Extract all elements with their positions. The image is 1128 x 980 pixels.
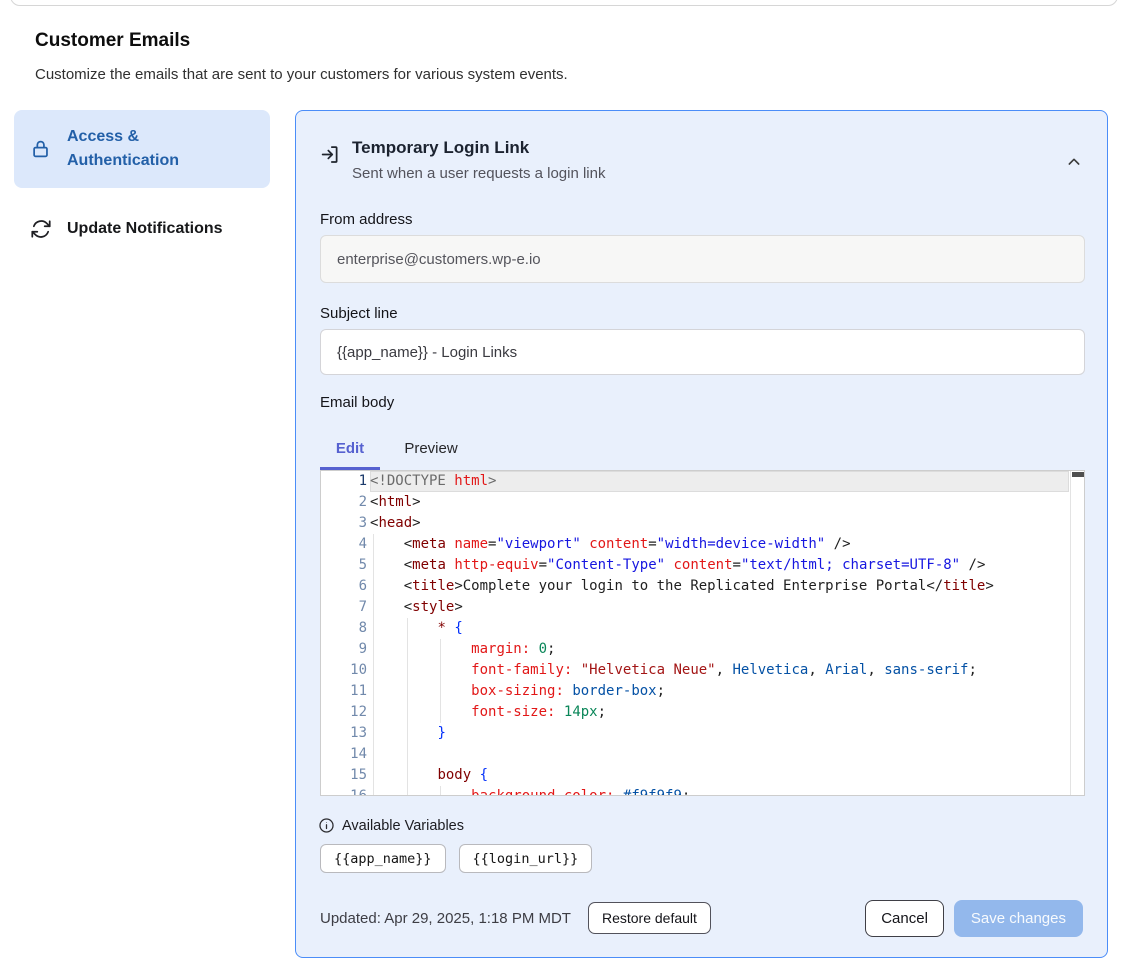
code-text: } (370, 723, 446, 744)
line-number: 7 (321, 597, 367, 618)
editor-scrollbar[interactable] (1070, 471, 1084, 795)
editor-scrollbar-thumb[interactable] (1072, 472, 1084, 477)
code-text: body { (370, 765, 488, 786)
line-number: 13 (321, 723, 367, 744)
sidebar-item-update-notifications[interactable]: Update Notifications (14, 205, 270, 253)
code-line[interactable]: 4 <meta name="viewport" content="width=d… (321, 534, 1084, 555)
sidebar-item-label: Update Notifications (67, 217, 223, 241)
line-number: 4 (321, 534, 367, 555)
page-title: Customer Emails (35, 30, 190, 52)
email-types-sidebar: Access & Authentication Update Notificat… (14, 110, 270, 253)
line-number: 15 (321, 765, 367, 786)
footer-action-buttons: Cancel Save changes (865, 900, 1083, 937)
code-line[interactable]: 2<html> (321, 492, 1084, 513)
code-line[interactable]: 10 font-family: "Helvetica Neue", Helvet… (321, 660, 1084, 681)
code-text: box-sizing: border-box; (370, 681, 665, 702)
info-icon (318, 817, 335, 834)
code-line[interactable]: 16 background-color: #f9f9f9; (321, 786, 1084, 796)
line-number: 1 (321, 471, 367, 492)
line-number: 10 (321, 660, 367, 681)
lock-icon (30, 138, 52, 160)
variable-chip-app-name[interactable]: {{app_name}} (320, 844, 446, 873)
code-line[interactable]: 8 * { (321, 618, 1084, 639)
save-changes-button[interactable]: Save changes (954, 900, 1083, 937)
email-body-label: Email body (320, 394, 394, 411)
previous-card-bottom-edge (10, 0, 1118, 6)
line-number: 16 (321, 786, 367, 796)
line-number: 11 (321, 681, 367, 702)
line-number: 3 (321, 513, 367, 534)
available-variables-label: Available Variables (342, 818, 464, 834)
code-line[interactable]: 14 (321, 744, 1084, 765)
line-number: 9 (321, 639, 367, 660)
code-line[interactable]: 3<head> (321, 513, 1084, 534)
email-body-code-editor[interactable]: 1<!DOCTYPE html>2<html>3<head>4 <meta na… (320, 470, 1085, 796)
code-text: <title>Complete your login to the Replic… (370, 576, 994, 597)
line-number: 8 (321, 618, 367, 639)
code-text: <head> (370, 513, 421, 534)
code-text: margin: 0; (370, 639, 555, 660)
code-text: * { (370, 618, 463, 639)
tab-preview[interactable]: Preview (396, 436, 466, 460)
code-text: <meta http-equiv="Content-Type" content=… (370, 555, 985, 576)
line-number: 14 (321, 744, 367, 765)
panel-footer: Updated: Apr 29, 2025, 1:18 PM MDT Resto… (320, 898, 1083, 938)
available-variables-row: Available Variables (318, 817, 464, 834)
refresh-icon (30, 218, 52, 240)
code-lines: 1<!DOCTYPE html>2<html>3<head>4 <meta na… (321, 471, 1084, 796)
line-number: 12 (321, 702, 367, 723)
from-address-label: From address (320, 211, 413, 228)
code-line[interactable]: 7 <style> (321, 597, 1084, 618)
login-icon (320, 144, 341, 170)
code-line[interactable]: 1<!DOCTYPE html> (321, 471, 1084, 492)
variable-chip-login-url[interactable]: {{login_url}} (459, 844, 593, 873)
page-subtitle: Customize the emails that are sent to yo… (35, 66, 568, 83)
code-text: <html> (370, 492, 421, 513)
code-line[interactable]: 11 box-sizing: border-box; (321, 681, 1084, 702)
code-text: font-family: "Helvetica Neue", Helvetica… (370, 660, 977, 681)
code-line[interactable]: 9 margin: 0; (321, 639, 1084, 660)
panel-subtitle: Sent when a user requests a login link (352, 165, 605, 182)
sidebar-item-access-authentication[interactable]: Access & Authentication (14, 110, 270, 188)
cancel-button[interactable]: Cancel (865, 900, 944, 937)
code-text: <!DOCTYPE html> (370, 471, 496, 492)
subject-line-label: Subject line (320, 305, 398, 322)
code-text: font-size: 14px; (370, 702, 606, 723)
code-line[interactable]: 5 <meta http-equiv="Content-Type" conten… (321, 555, 1084, 576)
chevron-up-icon[interactable] (1063, 151, 1085, 173)
subject-line-input[interactable] (320, 329, 1085, 375)
line-number: 2 (321, 492, 367, 513)
customer-emails-page: Customer Emails Customize the emails tha… (0, 0, 1128, 980)
restore-default-button[interactable]: Restore default (588, 902, 711, 934)
code-line[interactable]: 13 } (321, 723, 1084, 744)
indent-guide (373, 744, 374, 765)
panel-title: Temporary Login Link (352, 138, 529, 158)
code-text: background-color: #f9f9f9; (370, 786, 690, 796)
code-text: <style> (370, 597, 463, 618)
tab-edit[interactable]: Edit (320, 436, 380, 460)
from-address-input[interactable] (320, 235, 1085, 283)
line-number: 6 (321, 576, 367, 597)
line-number: 5 (321, 555, 367, 576)
indent-guide (407, 744, 408, 765)
code-line[interactable]: 12 font-size: 14px; (321, 702, 1084, 723)
variable-chips: {{app_name}} {{login_url}} (320, 844, 592, 873)
sidebar-item-label: Access & Authentication (67, 125, 197, 173)
code-line[interactable]: 15 body { (321, 765, 1084, 786)
code-line[interactable]: 6 <title>Complete your login to the Repl… (321, 576, 1084, 597)
temporary-login-link-panel: Temporary Login Link Sent when a user re… (295, 110, 1108, 958)
code-text: <meta name="viewport" content="width=dev… (370, 534, 851, 555)
updated-timestamp: Updated: Apr 29, 2025, 1:18 PM MDT (320, 910, 571, 927)
